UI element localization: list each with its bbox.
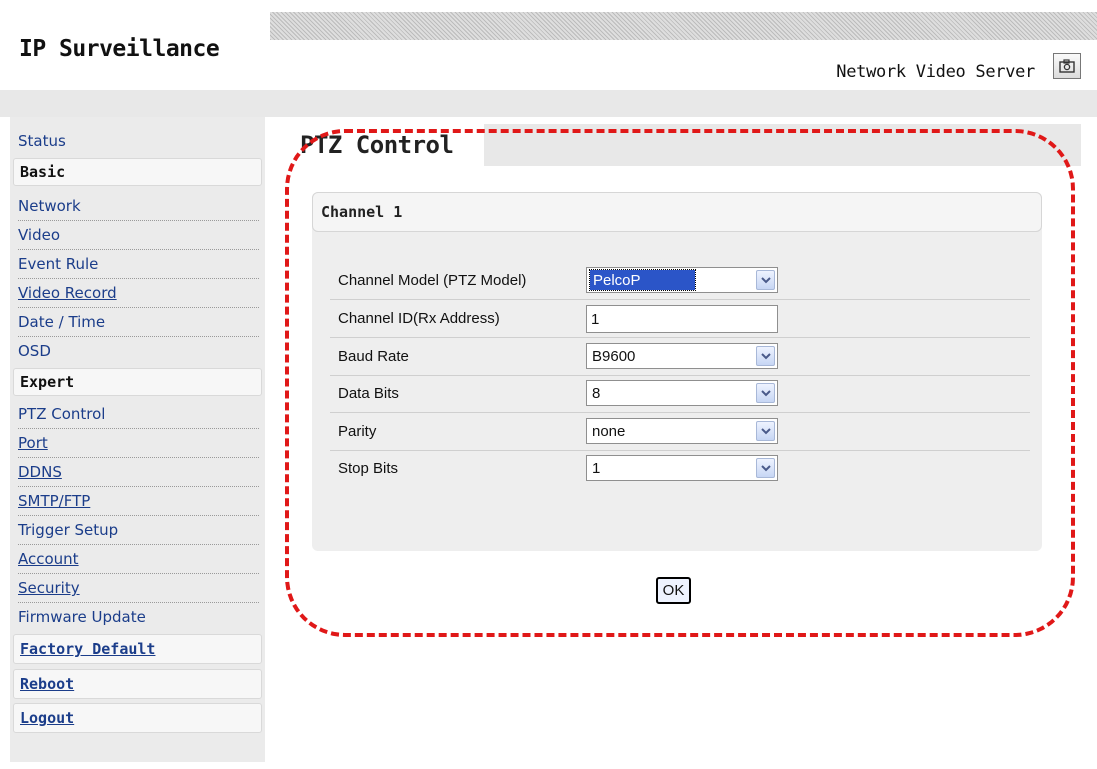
sidebar-item-factory-default[interactable]: Factory Default	[13, 634, 262, 664]
chevron-down-icon[interactable]	[756, 458, 775, 478]
sidebar-section-expert: Expert	[13, 368, 262, 396]
row-channel-model: Channel Model (PTZ Model) PelcoP	[330, 262, 1030, 300]
channel-model-value: PelcoP	[589, 269, 696, 291]
sidebar-item-ptz-control[interactable]: PTZ Control	[18, 400, 259, 429]
app-title: IP Surveillance	[19, 36, 220, 62]
sidebar-item-ddns[interactable]: DDNS	[18, 458, 259, 487]
chevron-down-icon[interactable]	[756, 346, 775, 366]
channel-id-input-box[interactable]	[586, 305, 778, 333]
row-channel-id: Channel ID(Rx Address)	[330, 300, 1030, 338]
baud-rate-label: Baud Rate	[338, 348, 409, 365]
stop-bits-label: Stop Bits	[338, 460, 399, 477]
channel-id-label: Channel ID(Rx Address)	[338, 310, 500, 327]
baud-rate-select[interactable]: B9600	[586, 343, 778, 369]
sidebar-item-osd[interactable]: OSD	[18, 337, 259, 366]
sidebar-item-smtp-ftp[interactable]: SMTP/FTP	[18, 487, 259, 516]
stop-bits-select[interactable]: 1	[586, 455, 778, 481]
parity-select[interactable]: none	[586, 418, 778, 444]
sidebar-item-logout[interactable]: Logout	[13, 703, 262, 733]
sidebar-item-video-record[interactable]: Video Record	[18, 279, 259, 308]
stop-bits-value: 1	[592, 460, 601, 477]
channel-model-label: Channel Model (PTZ Model)	[338, 272, 527, 289]
snapshot-button[interactable]	[1053, 53, 1081, 79]
channel-id-input[interactable]	[587, 306, 775, 332]
sidebar-item-date-time[interactable]: Date / Time	[18, 308, 259, 337]
data-bits-label: Data Bits	[338, 385, 399, 402]
device-name: Network Video Server	[836, 62, 1035, 82]
row-parity: Parity none	[330, 413, 1030, 451]
chevron-down-icon[interactable]	[756, 383, 775, 403]
header-hatch-bar	[270, 12, 1097, 40]
row-stop-bits: Stop Bits 1	[330, 450, 1030, 487]
header-band	[0, 90, 1097, 117]
page-title: PTZ Control	[300, 131, 454, 159]
parity-value: none	[592, 423, 626, 440]
channel-model-select[interactable]: PelcoP	[586, 267, 778, 293]
sidebar-item-reboot[interactable]: Reboot	[13, 669, 262, 699]
sidebar-section-basic: Basic	[13, 158, 262, 186]
data-bits-select[interactable]: 8	[586, 380, 778, 406]
panel-title: Channel 1	[321, 203, 403, 221]
chevron-down-icon[interactable]	[756, 270, 775, 290]
panel-header: Channel 1	[312, 192, 1042, 232]
data-bits-value: 8	[592, 385, 601, 402]
sidebar-item-status[interactable]: Status	[18, 127, 259, 151]
sidebar-item-network[interactable]: Network	[18, 192, 259, 221]
row-data-bits: Data Bits 8	[330, 375, 1030, 413]
sidebar-item-trigger-setup[interactable]: Trigger Setup	[18, 516, 259, 545]
sidebar-item-account[interactable]: Account	[18, 545, 259, 574]
baud-rate-value: B9600	[592, 348, 636, 365]
parity-label: Parity	[338, 423, 377, 440]
ok-button[interactable]: OK	[656, 577, 691, 604]
camera-icon	[1059, 59, 1075, 73]
sidebar-item-firmware-update[interactable]: Firmware Update	[18, 603, 259, 632]
channel-panel: Channel 1 Channel Model (PTZ Model) Pelc…	[312, 192, 1042, 551]
chevron-down-icon[interactable]	[756, 421, 775, 441]
sidebar-item-video[interactable]: Video	[18, 221, 259, 250]
tab-strip	[484, 124, 1081, 166]
sidebar-nav: Status Basic Network Video Event Rule Vi…	[10, 117, 265, 762]
row-baud-rate: Baud Rate B9600	[330, 338, 1030, 376]
sidebar-item-port[interactable]: Port	[18, 429, 259, 458]
sidebar-item-event-rule[interactable]: Event Rule	[18, 250, 259, 279]
sidebar-item-security[interactable]: Security	[18, 574, 259, 603]
